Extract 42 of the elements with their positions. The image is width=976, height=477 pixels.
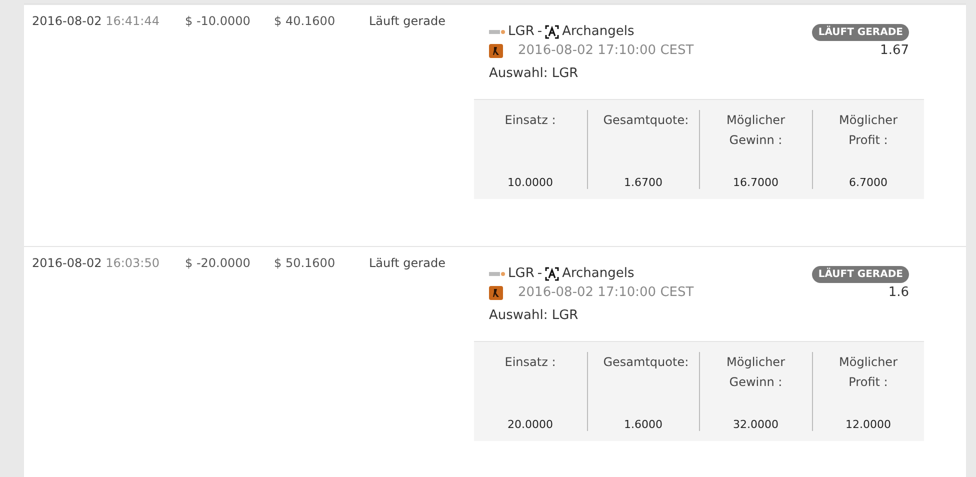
- team-logo-icon: [545, 266, 560, 280]
- bet-status: Läuft gerade: [369, 14, 446, 28]
- team-logo-icon: [545, 24, 560, 38]
- stat-value: 10.0000: [508, 176, 553, 189]
- selection-text: Auswahl: LGR: [489, 308, 578, 323]
- bet-datetime: 2016-08-02 16:03:50: [32, 256, 160, 270]
- stat-label: Möglicher Gewinn :: [726, 112, 786, 149]
- match-time: 2016-08-02 17:10:00 CEST: [518, 285, 694, 300]
- bet-datetime: 2016-08-02 16:41:44: [32, 14, 160, 28]
- bet-status: Läuft gerade: [369, 256, 446, 270]
- match-time: 2016-08-02 17:10:00 CEST: [518, 43, 694, 58]
- team-name: Archangels: [562, 266, 634, 281]
- stat-value: 6.7000: [849, 176, 888, 189]
- team-name: LGR: [508, 266, 534, 281]
- stat-value: 16.7000: [733, 176, 778, 189]
- balance-amount: $ 50.1600: [274, 256, 336, 270]
- stat-label: Möglicher Gewinn :: [726, 354, 786, 391]
- team-logo-icon: [489, 28, 505, 34]
- team-name: Archangels: [562, 24, 634, 39]
- match-separator: -: [537, 266, 542, 281]
- odds-value: 1.6: [888, 285, 909, 300]
- odds-value: 1.67: [880, 43, 909, 58]
- stat-label: Möglicher Profit :: [838, 354, 898, 391]
- game-icon: [489, 44, 503, 58]
- balance-amount: $ 40.1600: [274, 14, 336, 28]
- status-badge: LÄUFT GERADE: [812, 266, 909, 283]
- stat-label: Einsatz :: [504, 112, 557, 129]
- stat-value: 1.6000: [624, 418, 662, 431]
- team-name: LGR: [508, 24, 534, 39]
- game-icon: [489, 286, 503, 300]
- stat-value: 32.0000: [733, 418, 778, 431]
- stat-value: 20.0000: [508, 418, 553, 431]
- stat-label: Möglicher Profit :: [838, 112, 898, 149]
- stat-label: Einsatz :: [504, 354, 557, 371]
- team-logo-icon: [489, 270, 505, 276]
- stake-amount: $ -10.0000: [185, 14, 250, 28]
- stat-value: 1.6700: [624, 176, 662, 189]
- selection-text: Auswahl: LGR: [489, 66, 578, 81]
- stake-amount: $ -20.0000: [185, 256, 250, 270]
- stat-value: 12.0000: [846, 418, 891, 431]
- status-badge: LÄUFT GERADE: [812, 24, 909, 41]
- match-separator: -: [537, 24, 542, 39]
